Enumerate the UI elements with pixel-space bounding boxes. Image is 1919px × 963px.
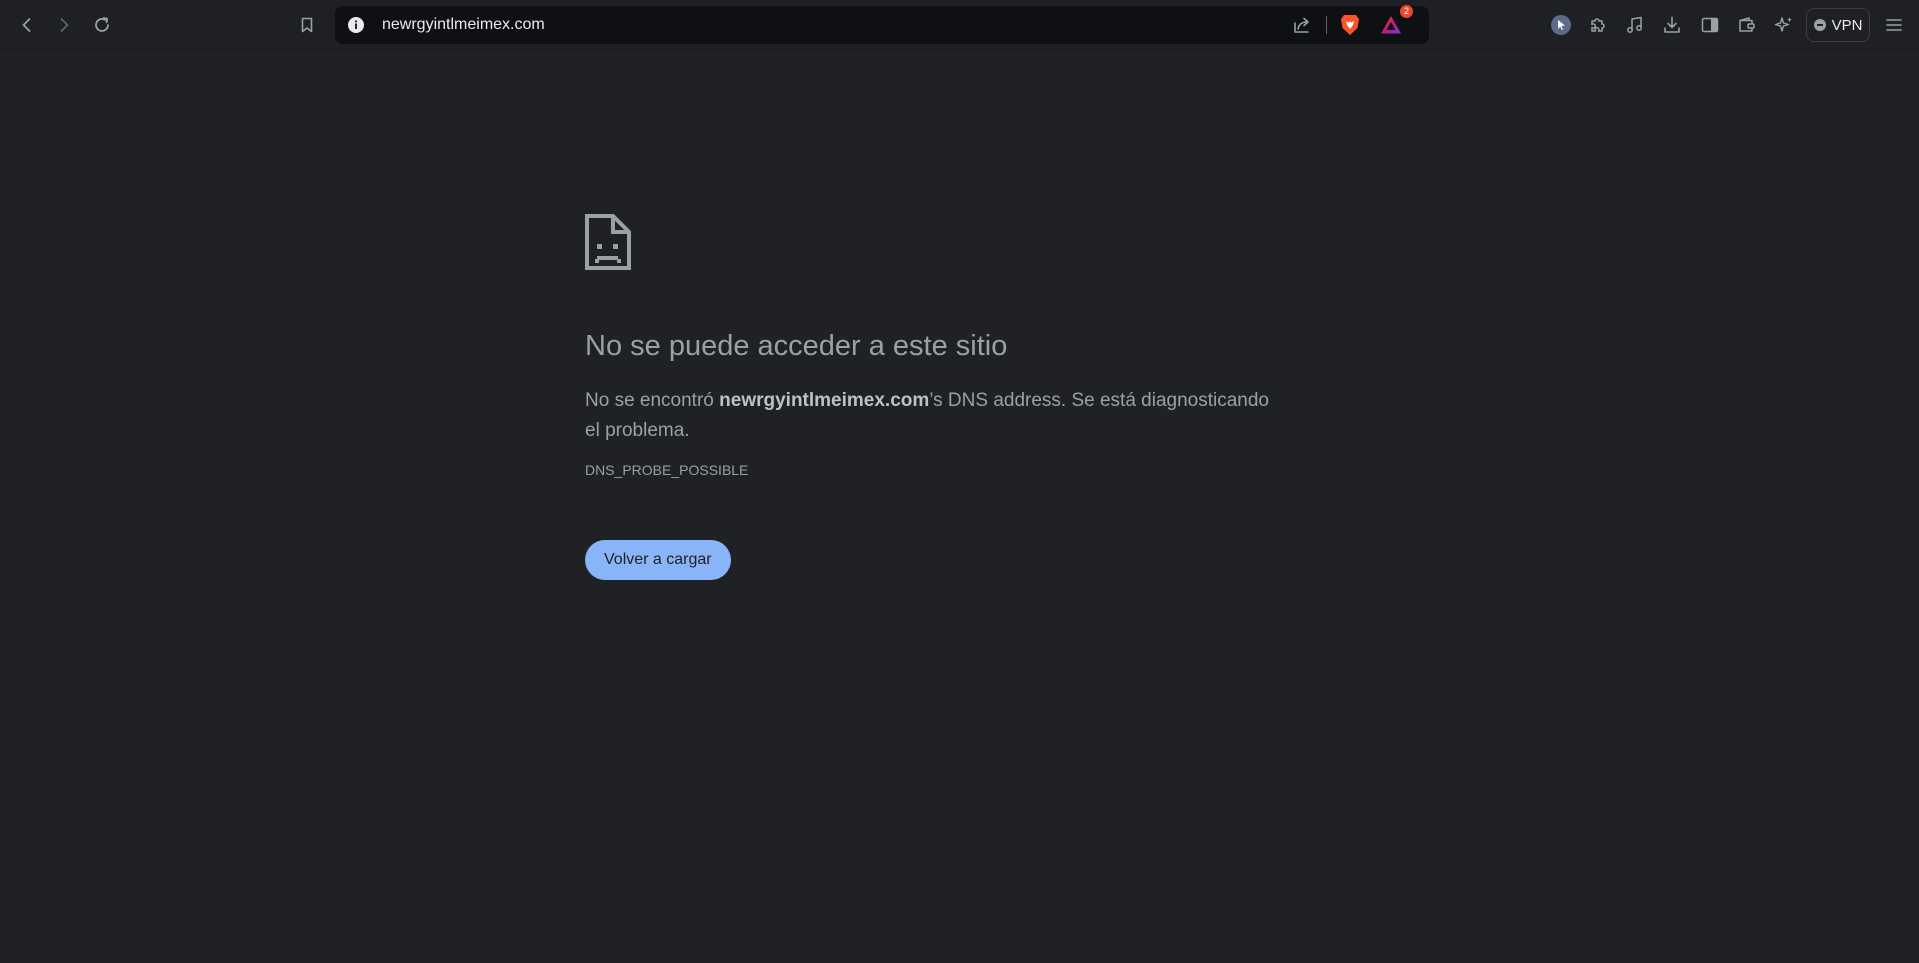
- media-button[interactable]: [1620, 10, 1650, 40]
- info-icon: [348, 17, 364, 33]
- wallet-button[interactable]: [1732, 10, 1762, 40]
- error-page-content: No se puede acceder a este sitio No se e…: [585, 214, 1285, 580]
- share-icon: [1294, 17, 1309, 33]
- leo-ai-button[interactable]: [1769, 10, 1799, 40]
- error-desc-prefix: No se encontró: [585, 390, 720, 411]
- bookmark-icon: [301, 17, 313, 33]
- cursor-icon: [1551, 15, 1571, 35]
- sad-document-icon: [585, 214, 631, 270]
- error-title: No se puede acceder a este sitio: [585, 330, 1008, 362]
- browser-toolbar: newrgyintlmeimex.com 2 VPN: [0, 0, 1919, 50]
- music-note-icon: [1627, 16, 1642, 33]
- address-bar[interactable]: newrgyintlmeimex.com 2: [335, 5, 1429, 44]
- vpn-status-icon: [1813, 19, 1826, 31]
- sidebar-toggle-button[interactable]: [1695, 10, 1725, 40]
- puzzle-icon: [1591, 18, 1605, 32]
- brave-lion-icon: [1341, 15, 1359, 35]
- brave-rewards-button[interactable]: 2: [1376, 5, 1413, 40]
- error-description: No se encontró newrgyintlmeimex.com’s DN…: [585, 386, 1285, 446]
- notification-badge: 2: [1400, 5, 1413, 18]
- back-arrow-icon: [22, 18, 31, 32]
- main-menu-button[interactable]: [1879, 10, 1909, 40]
- error-host: newrgyintlmeimex.com: [719, 390, 930, 411]
- extensions-button[interactable]: [1583, 10, 1613, 40]
- cursor-extension-button[interactable]: [1546, 10, 1576, 40]
- site-info-button[interactable]: [346, 15, 366, 35]
- download-icon: [1664, 16, 1680, 33]
- wallet-icon: [1739, 17, 1755, 32]
- share-button[interactable]: [1287, 10, 1317, 40]
- url-text[interactable]: newrgyintlmeimex.com: [382, 6, 545, 44]
- reload-page-button[interactable]: Volver a cargar: [585, 540, 731, 580]
- error-code: DNS_PROBE_POSSIBLE: [585, 462, 749, 478]
- bookmark-button[interactable]: [292, 10, 322, 40]
- vpn-button[interactable]: VPN: [1806, 8, 1870, 42]
- back-button[interactable]: [12, 10, 42, 40]
- sparkle-icon: [1774, 17, 1792, 32]
- forward-arrow-icon: [60, 18, 69, 32]
- reload-icon: [95, 17, 109, 32]
- vpn-label: VPN: [1831, 16, 1863, 34]
- forward-button[interactable]: [49, 10, 79, 40]
- downloads-button[interactable]: [1657, 10, 1687, 40]
- sidebar-icon: [1701, 17, 1719, 33]
- urlbar-separator: [1326, 16, 1327, 34]
- reload-button[interactable]: [87, 10, 117, 40]
- hamburger-menu-icon: [1886, 19, 1902, 31]
- brave-shields-button[interactable]: [1335, 10, 1365, 40]
- rewards-triangle-icon: [1381, 16, 1401, 34]
